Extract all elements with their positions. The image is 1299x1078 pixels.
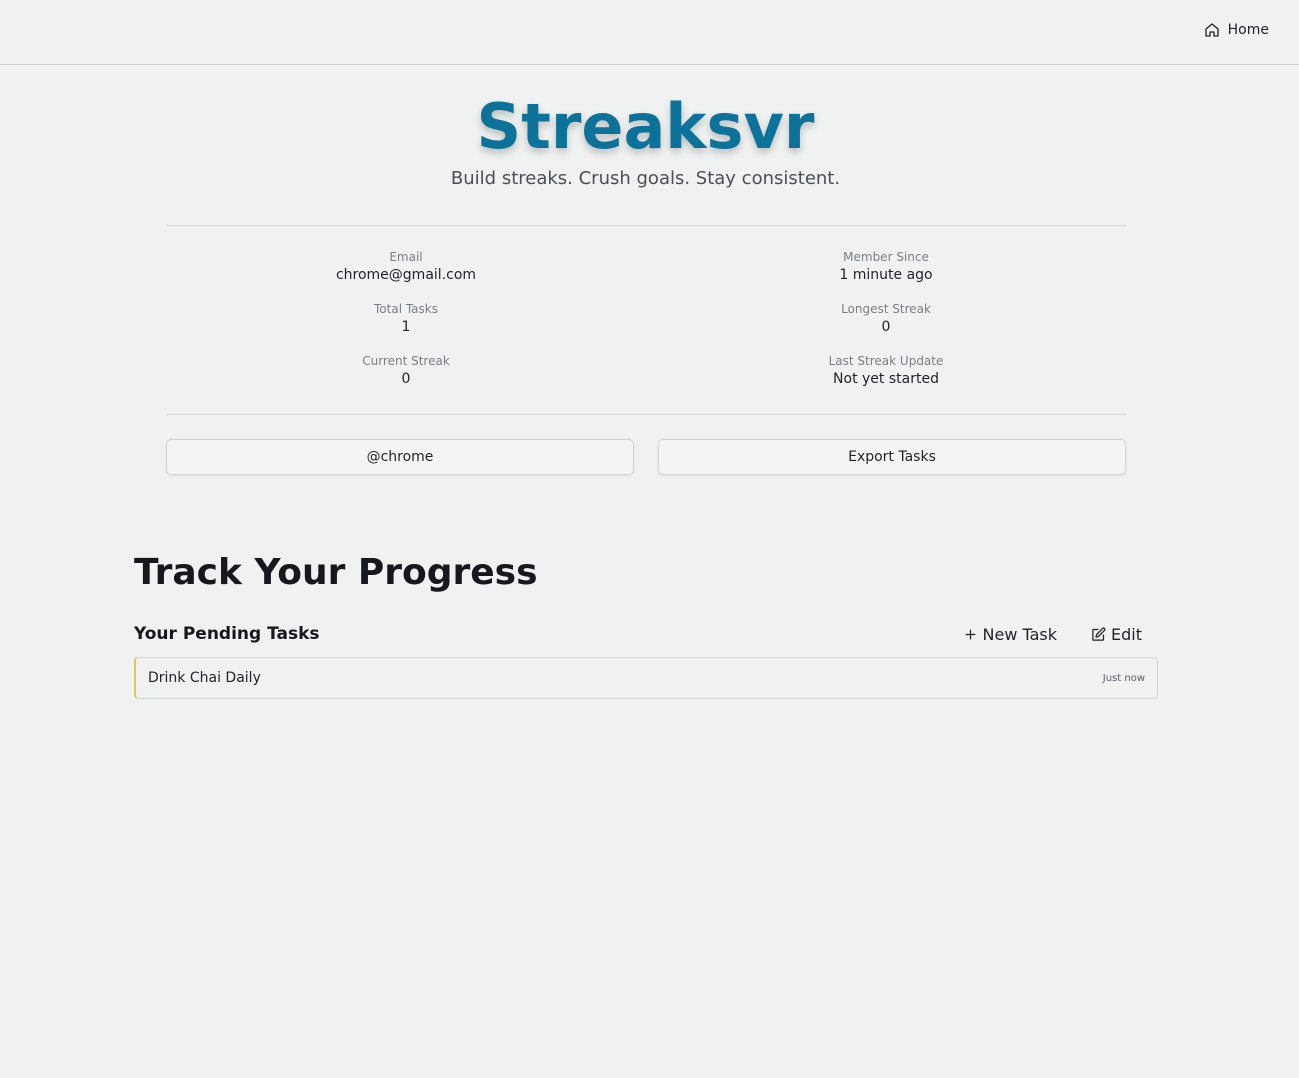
- brand-tagline: Build streaks. Crush goals. Stay consist…: [450, 168, 841, 189]
- profile-stats: Email chrome@gmail.com Member Since 1 mi…: [166, 248, 1126, 389]
- stat-value: 0: [401, 371, 411, 387]
- stat-label: Total Tasks: [374, 302, 438, 316]
- stat-value: chrome@gmail.com: [335, 267, 477, 283]
- pending-task-list: Drink Chai Daily Just now: [134, 657, 1158, 699]
- profile-handle-button[interactable]: @chrome: [166, 439, 634, 475]
- home-link[interactable]: Home: [1204, 22, 1269, 38]
- task-item[interactable]: Drink Chai Daily Just now: [134, 657, 1158, 699]
- stat-last-streak-update: Last Streak Update Not yet started: [646, 352, 1126, 389]
- task-toolbar: New Task Edit: [963, 625, 1159, 644]
- divider: [166, 414, 1126, 415]
- edit-tasks-button[interactable]: Edit: [1091, 625, 1142, 644]
- edit-icon: [1092, 627, 1106, 641]
- new-task-label: New Task: [982, 624, 1058, 644]
- stat-label: Current Streak: [362, 354, 450, 368]
- stat-value: 1 minute ago: [839, 267, 933, 283]
- stat-value: 1: [401, 319, 411, 335]
- edit-label: Edit: [1111, 624, 1142, 644]
- task-timestamp: Just now: [1102, 672, 1145, 684]
- home-link-label: Home: [1227, 22, 1269, 38]
- stat-label: Last Streak Update: [828, 354, 944, 368]
- export-tasks-button[interactable]: Export Tasks: [658, 439, 1126, 475]
- divider: [166, 225, 1126, 226]
- stat-email: Email chrome@gmail.com: [166, 248, 646, 285]
- stat-member-since: Member Since 1 minute ago: [646, 248, 1126, 285]
- stat-value: 0: [881, 319, 891, 335]
- stat-current-streak: Current Streak 0: [166, 352, 646, 389]
- pending-tasks-title: Your Pending Tasks: [134, 624, 320, 644]
- stat-total-tasks: Total Tasks 1: [166, 300, 646, 337]
- home-icon: [1204, 23, 1219, 37]
- brand-header: Streaksvr Build streaks. Crush goals. St…: [0, 90, 1291, 189]
- task-name: Drink Chai Daily: [148, 670, 261, 686]
- stat-label: Member Since: [843, 250, 929, 264]
- brand-title: Streaksvr: [476, 90, 815, 163]
- profile-actions: @chrome Export Tasks: [166, 439, 1126, 475]
- stat-longest-streak: Longest Streak 0: [646, 300, 1126, 337]
- stat-value: Not yet started: [833, 371, 939, 387]
- stat-label: Longest Streak: [841, 302, 931, 316]
- pending-tasks-header: Your Pending Tasks New Task Edit: [134, 624, 1158, 644]
- plus-icon: [965, 629, 975, 639]
- progress-heading: Track Your Progress: [134, 552, 538, 593]
- stat-label: Email: [389, 250, 423, 264]
- new-task-button[interactable]: New Task: [963, 624, 1058, 644]
- top-nav-bar: Home: [0, 0, 1299, 65]
